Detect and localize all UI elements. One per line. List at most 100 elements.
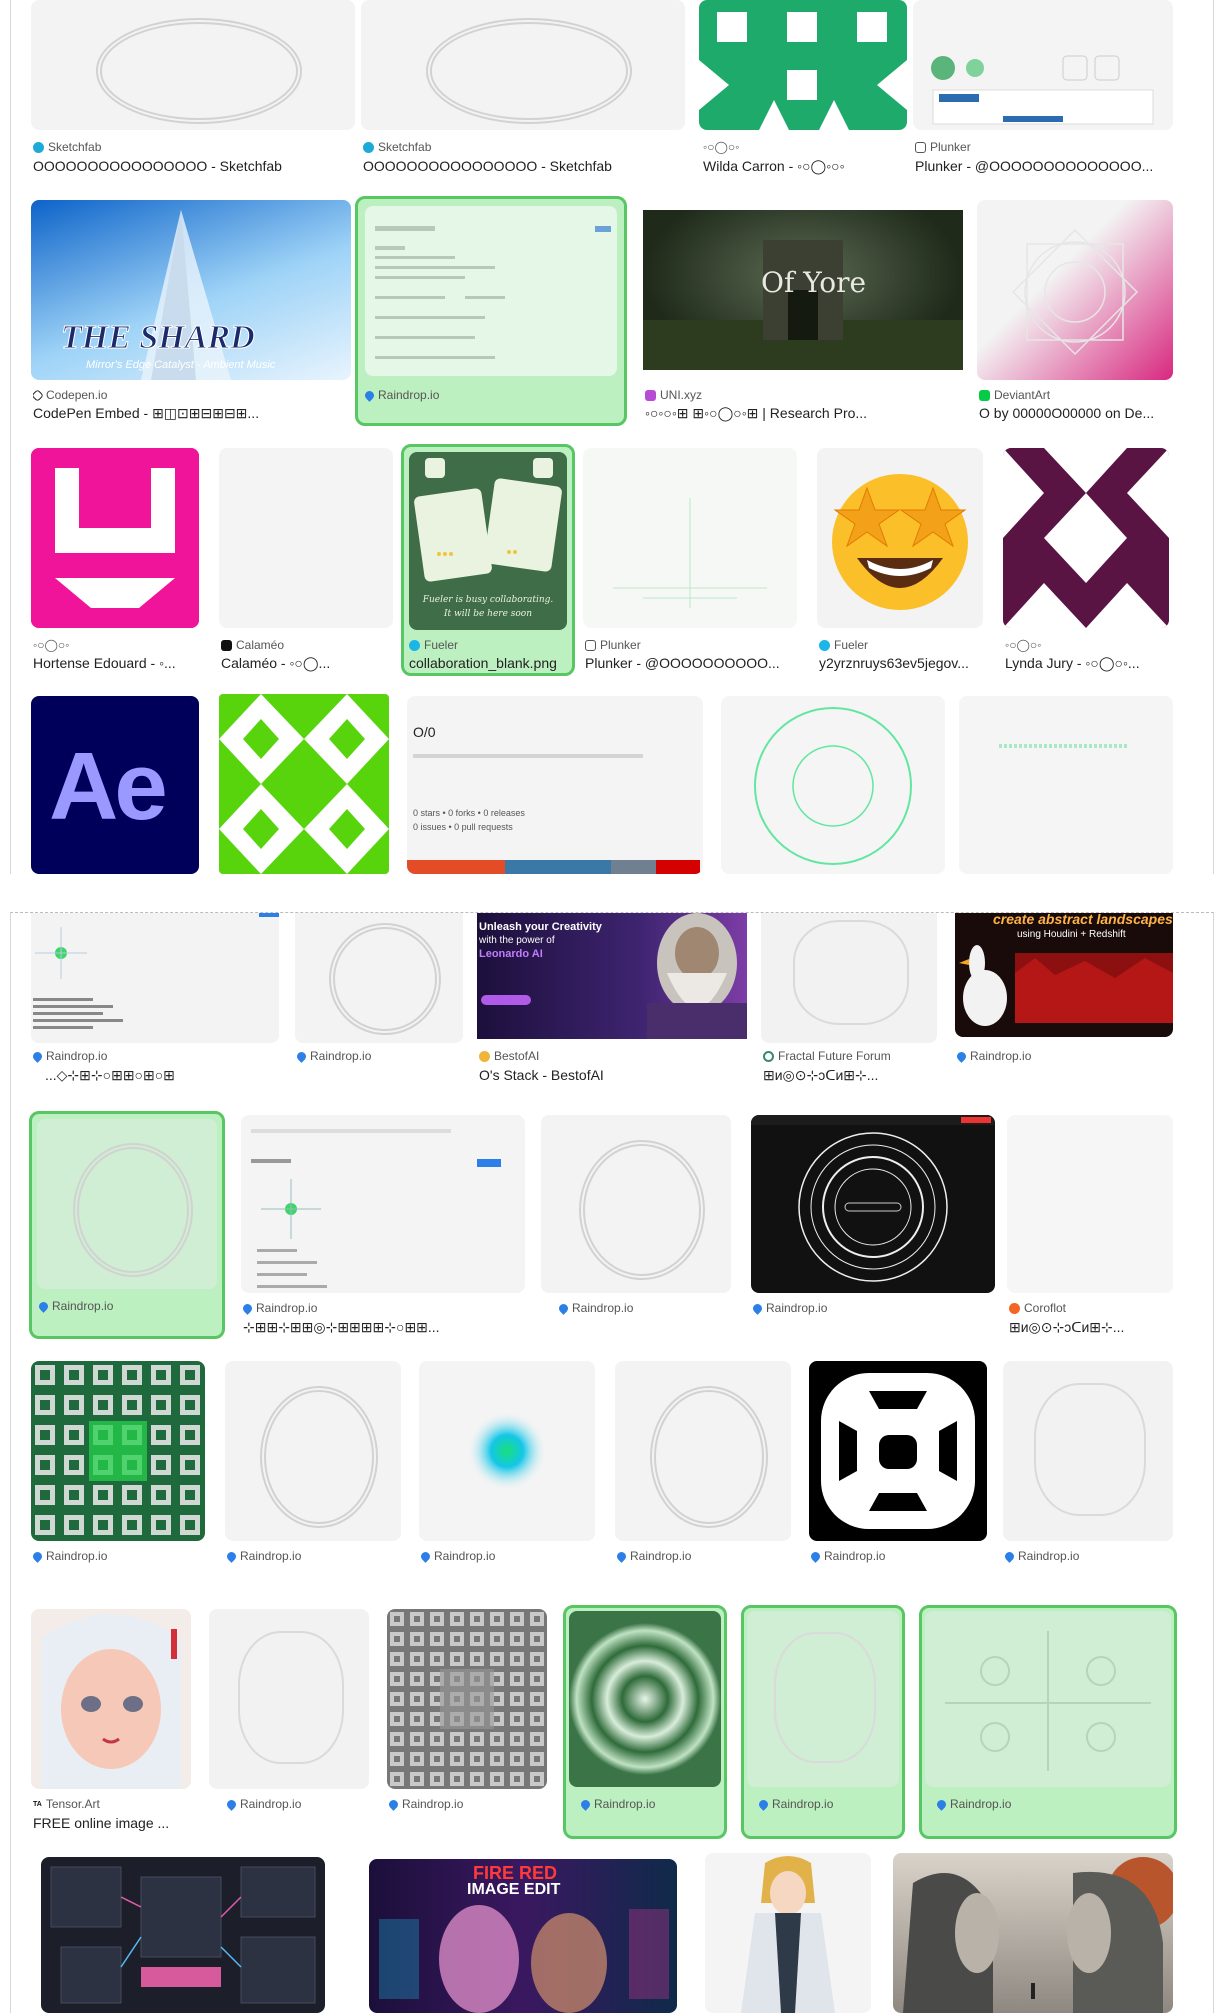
result-card[interactable]: ◦○◯○◦ Wilda Carron - ◦○◯◦○◦ [691, 0, 907, 175]
result-card[interactable]: Fractal Future Forum ⊞ᴎ◎⊙⊹ↄᑕᴎ⊞⊹... [761, 913, 937, 1093]
result-card-selected[interactable]: Raindrop.io [741, 1605, 905, 1839]
result-thumbnail[interactable] [31, 448, 199, 628]
result-title[interactable]: y2yrznruys63ev5jegov... [819, 655, 981, 671]
result-card-selected[interactable]: Raindrop.io [29, 1111, 225, 1339]
result-title[interactable]: ⊹⊞⊞⊹⊞⊞◎⊹⊞⊞⊞⊞⊹○⊞⊞... [243, 1319, 523, 1336]
result-title[interactable]: FREE online image ... [33, 1815, 189, 1831]
result-title[interactable]: ...◇⊹⊞⊹○⊞⊞○⊞○⊞ [45, 1067, 277, 1084]
result-thumbnail[interactable] [893, 1853, 1173, 2013]
result-thumbnail[interactable] [569, 1611, 721, 1787]
result-thumbnail[interactable] [721, 696, 945, 874]
result-title[interactable]: ⊞ᴎ◎⊙⊹ↄᑕᴎ⊞⊹... [1009, 1319, 1171, 1336]
result-thumbnail[interactable] [31, 913, 279, 1043]
result-thumbnail[interactable] [817, 448, 983, 628]
result-card[interactable]: Calaméo Calaméo - ◦○◯... [219, 448, 393, 674]
result-thumbnail[interactable] [761, 913, 937, 1043]
result-card-selected[interactable]: Raindrop.io [563, 1605, 727, 1839]
result-thumbnail[interactable] [959, 696, 1173, 874]
result-card-selected[interactable]: Fueler is busy collaborating. It will be … [401, 444, 575, 676]
result-thumbnail[interactable] [361, 0, 685, 130]
result-thumbnail[interactable] [387, 1609, 547, 1789]
result-thumbnail[interactable] [1003, 1361, 1173, 1541]
result-card[interactable] [705, 1853, 871, 2013]
result-thumbnail[interactable] [365, 206, 617, 376]
result-thumbnail[interactable] [541, 1115, 731, 1293]
result-thumbnail[interactable] [1003, 448, 1169, 628]
result-card-selected[interactable]: Raindrop.io [919, 1605, 1177, 1839]
result-card[interactable]: Plunker Plunker - @OOOOOOOOOOOOOO... [913, 0, 1173, 175]
result-title[interactable]: Wilda Carron - ◦○◯◦○◦ [703, 158, 903, 175]
result-thumbnail[interactable]: O/0 0 stars • 0 forks • 0 releases 0 iss… [407, 696, 703, 874]
result-thumbnail[interactable]: Unleash your Creativity with the power o… [477, 913, 747, 1039]
result-card[interactable]: Unleash your Creativity with the power o… [477, 913, 747, 1093]
result-card[interactable]: Coroflot ⊞ᴎ◎⊙⊹ↄᑕᴎ⊞⊹... [1007, 1115, 1173, 1337]
result-card[interactable]: THE SHARD Mirror's Edge Catalyst - Ambien… [31, 200, 351, 422]
result-thumbnail[interactable] [31, 0, 355, 130]
result-thumbnail[interactable] [219, 694, 389, 874]
result-card[interactable]: DeviantArt O by 00000O00000 on De... [977, 200, 1173, 422]
result-card[interactable]: Fueler y2yrznruys63ev5jegov... [817, 448, 983, 674]
result-title[interactable]: collaboration_blank.png [409, 655, 569, 671]
result-title[interactable]: OOOOOOOOOOOOOOOO - Sketchfab [363, 158, 683, 174]
result-card[interactable]: FIRE RED IMAGE EDIT [369, 1859, 677, 2013]
result-card[interactable]: Of Yore UNI.xyz ◦○◦○◦⊞ ⊞◦○◯○◦⊞ | Researc… [643, 200, 963, 422]
result-thumbnail[interactable] [209, 1609, 369, 1789]
result-title[interactable]: ◦○◦○◦⊞ ⊞◦○◯○◦⊞ | Research Pro... [645, 405, 961, 422]
result-thumbnail[interactable] [225, 1361, 401, 1541]
result-thumbnail[interactable] [419, 1361, 595, 1541]
result-title[interactable]: O by 00000O00000 on De... [979, 405, 1171, 421]
result-card[interactable]: Raindrop.io [209, 1609, 369, 1835]
result-thumbnail[interactable] [31, 1609, 191, 1789]
result-title[interactable]: OOOOOOOOOOOOOOOO - Sketchfab [33, 158, 353, 174]
result-card[interactable]: Raindrop.io ⊹⊞⊞⊹⊞⊞◎⊹⊞⊞⊞⊞⊹○⊞⊞... [241, 1115, 525, 1337]
result-title[interactable]: CodePen Embed - ⊞◫⊡⊞⊟⊞⊟⊞... [33, 405, 349, 422]
result-card-selected[interactable]: Raindrop.io [355, 196, 627, 426]
result-card[interactable]: Raindrop.io [419, 1361, 595, 1583]
result-thumbnail[interactable] [583, 448, 797, 628]
result-card[interactable]: TA Tensor.Art FREE online image ... [31, 1609, 191, 1835]
result-thumbnail[interactable]: FIRE RED IMAGE EDIT [369, 1859, 677, 2013]
result-card[interactable]: O/0 0 stars • 0 forks • 0 releases 0 iss… [407, 696, 703, 874]
result-thumbnail[interactable] [31, 1361, 205, 1541]
result-thumbnail[interactable]: THE SHARD Mirror's Edge Catalyst - Ambien… [31, 200, 351, 380]
result-card[interactable]: Raindrop.io [751, 1115, 995, 1337]
result-thumbnail[interactable] [219, 448, 393, 628]
result-thumbnail[interactable] [925, 1611, 1171, 1787]
result-title[interactable]: Plunker - @OOOOOOOOOOOOOO... [915, 158, 1171, 174]
result-card[interactable]: Sketchfab OOOOOOOOOOOOOOOO - Sketchfab [361, 0, 685, 175]
result-card[interactable]: Raindrop.io [809, 1361, 987, 1583]
result-card[interactable] [893, 1853, 1173, 2013]
result-card[interactable] [41, 1857, 325, 2013]
result-thumbnail[interactable]: Fueler is busy collaborating. It will be … [409, 452, 567, 630]
result-title[interactable]: Calaméo - ◦○◯... [221, 655, 391, 672]
result-thumbnail[interactable]: Ae [31, 696, 199, 874]
result-card[interactable] [721, 696, 945, 874]
result-card[interactable] [219, 694, 389, 874]
result-card[interactable]: Raindrop.io [225, 1361, 401, 1583]
result-title[interactable]: Lynda Jury - ◦○◯○◦... [1005, 655, 1169, 672]
result-card[interactable]: Sketchfab OOOOOOOOOOOOOOOO - Sketchfab [31, 0, 355, 175]
result-card[interactable]: create abstract landscapes using Houdini… [955, 913, 1173, 1093]
result-card[interactable]: Ae [31, 696, 199, 874]
result-card[interactable]: ◦○◯○◦ Lynda Jury - ◦○◯○◦... [1003, 448, 1171, 674]
result-thumbnail[interactable] [751, 1115, 995, 1293]
result-card[interactable] [959, 696, 1173, 874]
result-card[interactable]: Raindrop.io [31, 1361, 205, 1583]
result-thumbnail[interactable] [295, 913, 463, 1043]
result-thumbnail[interactable] [977, 200, 1173, 380]
result-thumbnail[interactable] [1007, 1115, 1173, 1293]
result-title[interactable]: O's Stack - BestofAI [479, 1067, 745, 1083]
result-card[interactable]: Raindrop.io [541, 1115, 731, 1337]
result-title[interactable]: ⊞ᴎ◎⊙⊹ↄᑕᴎ⊞⊹... [763, 1067, 935, 1084]
result-thumbnail[interactable] [41, 1857, 325, 2013]
result-thumbnail[interactable] [615, 1361, 791, 1541]
result-thumbnail[interactable] [705, 1853, 871, 2013]
result-thumbnail[interactable] [241, 1115, 525, 1293]
result-thumbnail[interactable] [809, 1361, 987, 1541]
result-thumbnail[interactable]: Of Yore [643, 210, 963, 370]
result-card[interactable]: Raindrop.io ...◇⊹⊞⊹○⊞⊞○⊞○⊞ [31, 913, 279, 1093]
result-card[interactable]: ◦○◯○◦ Hortense Edouard - ◦... [31, 448, 199, 674]
result-card[interactable]: Raindrop.io [387, 1609, 547, 1835]
result-thumbnail[interactable]: create abstract landscapes using Houdini… [955, 913, 1173, 1037]
result-card[interactable]: Raindrop.io [1003, 1361, 1173, 1583]
